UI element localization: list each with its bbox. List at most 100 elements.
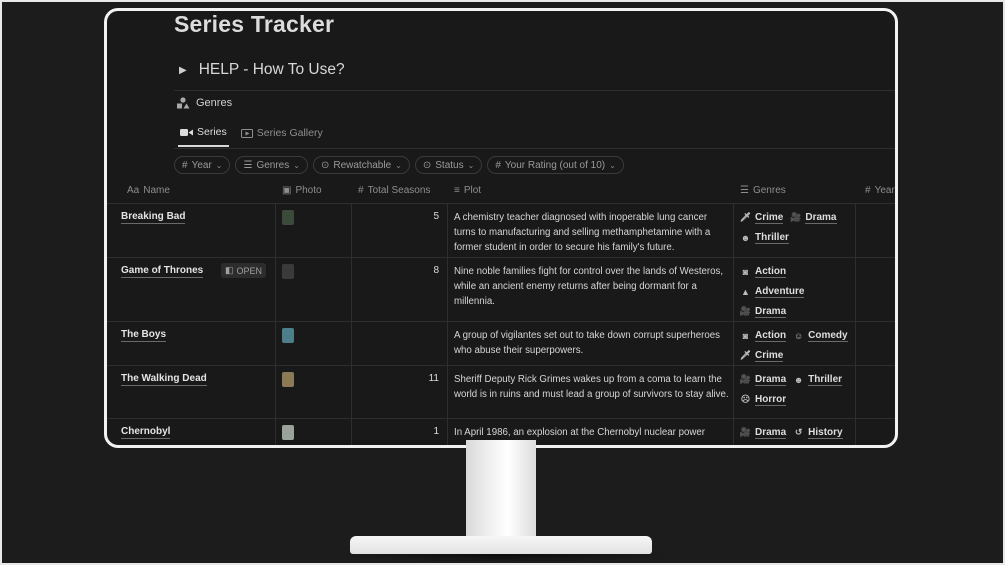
open-button[interactable]: ◧ OPEN xyxy=(221,263,267,278)
filter-label: Genres xyxy=(256,159,290,171)
cell-name[interactable]: The Walking Dead xyxy=(107,366,276,418)
series-name[interactable]: Chernobyl xyxy=(121,426,171,439)
genre-label: Thriller xyxy=(755,231,789,244)
genre-tag[interactable]: ▲ Adventure xyxy=(740,283,805,300)
filter-genres[interactable]: ☰ Genres ⌄ xyxy=(235,156,308,174)
cell-name[interactable]: The Boys xyxy=(107,322,276,365)
plot-text: Sheriff Deputy Rick Grimes wakes up from… xyxy=(454,374,729,400)
filter-year[interactable]: # Year ⌄ xyxy=(174,156,231,174)
toggle-arrow-icon[interactable]: ▶ xyxy=(179,65,187,76)
table-row[interactable]: The Walking Dead 11 Sheriff Deputy Rick Gr… xyxy=(107,366,895,419)
cell-photo[interactable] xyxy=(276,204,352,257)
app-screen: Series Tracker ▶ HELP - How To Use? Genr… xyxy=(107,11,895,445)
poster-thumbnail[interactable] xyxy=(282,372,294,387)
genre-tag[interactable]: 🗡 Crime xyxy=(739,347,784,364)
filter-label: Rewatchable xyxy=(333,159,392,171)
camera-icon: ◙ xyxy=(742,266,749,277)
series-name[interactable]: Breaking Bad xyxy=(121,211,186,224)
cell-year[interactable] xyxy=(856,366,895,418)
filter-rewatchable[interactable]: ⊙ Rewatchable ⌄ xyxy=(312,156,410,174)
series-name[interactable]: The Boys xyxy=(121,329,167,342)
cell-genres[interactable]: ◙ Action ▲ Adventure 🎥 Drama xyxy=(734,258,856,321)
tab-series[interactable]: Series xyxy=(178,125,229,147)
filter-rating[interactable]: # Your Rating (out of 10) ⌄ xyxy=(487,156,624,174)
cell-plot[interactable]: A chemistry teacher diagnosed with inope… xyxy=(448,204,734,257)
column-label: Year xyxy=(874,185,895,196)
genre-tag[interactable]: ☻ Thriller xyxy=(793,371,843,388)
cell-seasons[interactable]: 8 xyxy=(352,258,448,321)
series-name[interactable]: Game of Thrones xyxy=(121,265,204,278)
dagger-icon: 🗡 xyxy=(739,350,752,360)
genre-tag[interactable]: ◙ Action xyxy=(740,327,787,344)
genre-list: ◙ Action ☺ Comedy 🗡 Crime xyxy=(740,327,856,364)
genre-tag[interactable]: ☺ Comedy xyxy=(793,327,848,344)
series-name[interactable]: The Walking Dead xyxy=(121,373,207,386)
mountain-icon: ▲ xyxy=(741,286,750,297)
mask-icon: ☻ xyxy=(793,374,804,385)
cell-year[interactable] xyxy=(856,204,895,257)
column-header-year[interactable]: # Year xyxy=(865,185,895,196)
genre-label: Drama xyxy=(755,426,787,439)
genres-database-link[interactable]: Genres xyxy=(176,97,232,109)
genre-tag[interactable]: ◙ Action xyxy=(740,263,787,280)
poster-thumbnail[interactable] xyxy=(282,264,294,279)
filter-status[interactable]: ⊙ Status ⌄ xyxy=(414,156,483,174)
monitor-frame: Series Tracker ▶ HELP - How To Use? Genr… xyxy=(104,8,898,448)
column-header-photo[interactable]: ▣ Photo xyxy=(282,185,322,196)
cell-genres[interactable]: ◙ Action ☺ Comedy 🗡 Crime xyxy=(734,322,856,365)
table-row[interactable]: Breaking Bad 5 A chemistry teacher diagnos… xyxy=(107,204,895,258)
genre-tag[interactable]: 🎥 Drama xyxy=(739,303,787,320)
cell-year[interactable] xyxy=(856,419,895,445)
cell-name[interactable]: Chernobyl xyxy=(107,419,276,445)
hash-icon: # xyxy=(358,185,364,196)
help-toggle[interactable]: ▶ HELP - How To Use? xyxy=(179,61,345,79)
poster-thumbnail[interactable] xyxy=(282,425,294,440)
cell-photo[interactable] xyxy=(276,322,352,365)
column-header-name[interactable]: Aa Name xyxy=(127,185,170,196)
genre-tag[interactable]: ☻ Thriller xyxy=(740,229,789,246)
cell-seasons[interactable]: 1 xyxy=(352,419,448,445)
plot-text: A chemistry teacher diagnosed with inope… xyxy=(454,212,711,253)
cell-seasons[interactable]: 5 xyxy=(352,204,448,257)
season-count: 1 xyxy=(433,426,439,437)
cell-photo[interactable] xyxy=(276,366,352,418)
table-row[interactable]: Game of Thrones ◧ OPEN 8 Nine noble families… xyxy=(107,258,895,322)
genre-tag[interactable]: 🎥 Drama xyxy=(740,424,787,441)
film-camera-icon: 🎥 xyxy=(739,306,752,316)
season-count: 8 xyxy=(433,265,439,276)
text-lines-icon: ≡ xyxy=(454,185,460,196)
cell-year[interactable] xyxy=(856,322,895,365)
plot-text: A group of vigilantes set out to take do… xyxy=(454,330,721,356)
cell-photo[interactable] xyxy=(276,258,352,321)
cell-name[interactable]: Breaking Bad xyxy=(107,204,276,257)
poster-thumbnail[interactable] xyxy=(282,210,294,225)
tab-series-gallery[interactable]: Series Gallery xyxy=(239,125,325,147)
cell-seasons[interactable] xyxy=(352,322,448,365)
genre-tag[interactable]: ☹ Horror xyxy=(740,391,787,408)
cell-plot[interactable]: A group of vigilantes set out to take do… xyxy=(448,322,734,365)
column-header-seasons[interactable]: # Total Seasons xyxy=(358,185,430,196)
poster-thumbnail[interactable] xyxy=(282,328,294,343)
genre-tag[interactable]: ↺ History xyxy=(793,424,843,441)
cell-photo[interactable] xyxy=(276,419,352,445)
cell-seasons[interactable]: 11 xyxy=(352,366,448,418)
cell-plot[interactable]: Nine noble families fight for control ov… xyxy=(448,258,734,321)
genre-tag[interactable]: 🎥 Drama xyxy=(790,209,837,226)
cell-genres[interactable]: 🎥 Drama ↺ History xyxy=(734,419,856,445)
genre-tag[interactable]: 🎥 Drama xyxy=(740,371,787,388)
table-row[interactable]: The Boys A group of vigilantes set out to… xyxy=(107,322,895,366)
cell-genres[interactable]: 🎥 Drama ☻ Thriller ☹ Horror xyxy=(734,366,856,418)
cell-genres[interactable]: 🗡 Crime 🎥 Drama ☻ Thriller xyxy=(734,204,856,257)
open-label: OPEN xyxy=(236,265,263,276)
column-header-plot[interactable]: ≡ Plot xyxy=(454,185,481,196)
genre-tag[interactable]: 🗡 Crime xyxy=(740,209,784,226)
column-header-genres[interactable]: ☰ Genres xyxy=(740,185,786,196)
genre-label: Crime xyxy=(755,211,784,224)
cell-plot[interactable]: Sheriff Deputy Rick Grimes wakes up from… xyxy=(448,366,734,418)
tab-label: Series Gallery xyxy=(256,127,323,139)
cell-name[interactable]: Game of Thrones ◧ OPEN xyxy=(107,258,276,321)
chevron-down-icon: ⌄ xyxy=(293,160,300,170)
filter-label: Year xyxy=(191,159,212,171)
cell-year[interactable] xyxy=(856,258,895,321)
chevron-down-icon: ⌄ xyxy=(609,160,616,170)
